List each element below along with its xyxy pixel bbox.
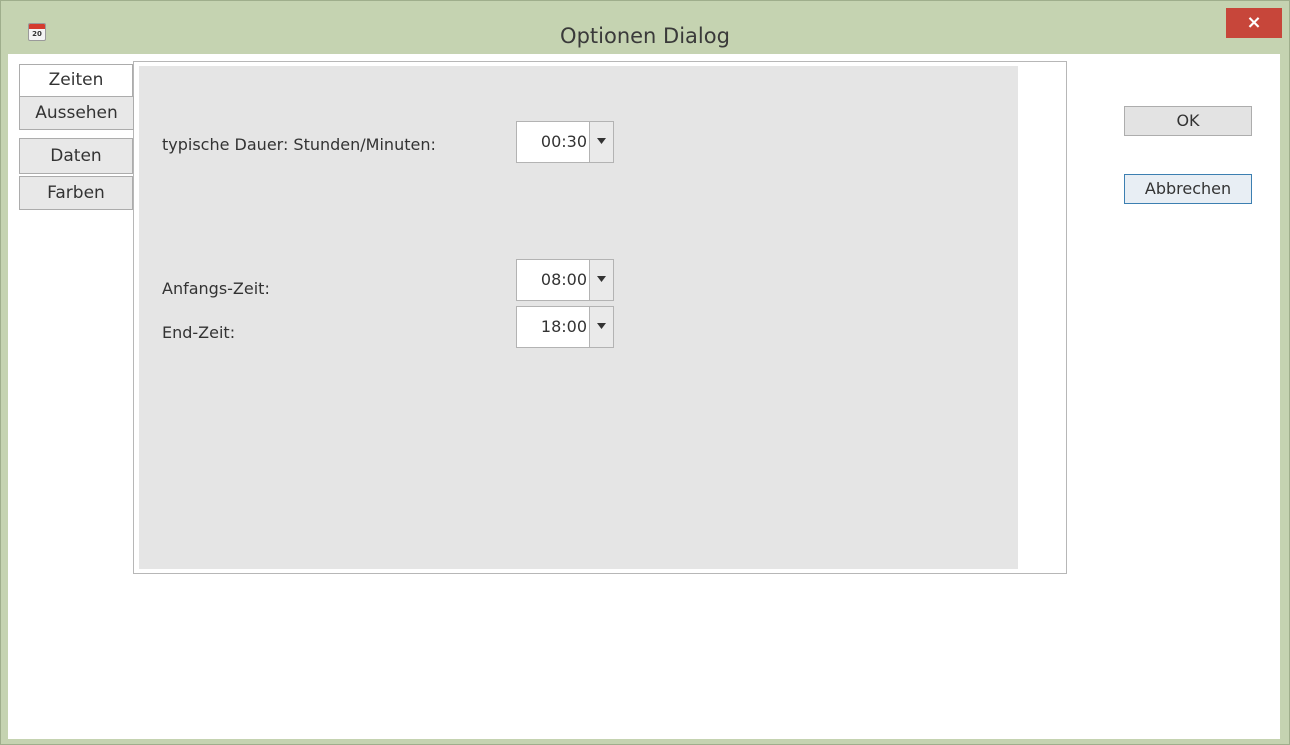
close-button[interactable]: ×: [1226, 8, 1282, 38]
end-time-value: 18:00: [540, 317, 587, 336]
tab-daten[interactable]: Daten: [19, 138, 133, 174]
dialog-window: 20 Optionen Dialog × Zeiten Aussehen Dat…: [0, 0, 1290, 745]
ok-button[interactable]: OK: [1124, 106, 1252, 136]
dialog-client-area: Zeiten Aussehen Daten Farben typische Da…: [8, 54, 1280, 739]
duration-value: 00:30: [540, 132, 587, 151]
start-time-value: 08:00: [540, 270, 587, 289]
start-time-dropdown-button[interactable]: [589, 260, 613, 300]
end-time-combobox[interactable]: 18:00: [516, 306, 614, 348]
tab-daten-label: Daten: [50, 146, 102, 166]
duration-dropdown-button[interactable]: [589, 122, 613, 162]
tab-zeiten-label: Zeiten: [48, 70, 104, 90]
tab-aussehen-label: Aussehen: [35, 103, 118, 123]
duration-label: typische Dauer: Stunden/Minuten:: [162, 135, 436, 154]
cancel-button[interactable]: Abbrechen: [1124, 174, 1252, 204]
close-icon: ×: [1246, 12, 1262, 33]
title-bar[interactable]: 20 Optionen Dialog ×: [1, 1, 1289, 48]
chevron-down-icon: [597, 276, 606, 282]
tab-zeiten[interactable]: Zeiten: [19, 64, 133, 96]
duration-combobox[interactable]: 00:30: [516, 121, 614, 163]
end-time-dropdown-button[interactable]: [589, 307, 613, 347]
tab-farben[interactable]: Farben: [19, 176, 133, 210]
chevron-down-icon: [597, 138, 606, 144]
tab-aussehen[interactable]: Aussehen: [19, 96, 134, 130]
chevron-down-icon: [597, 323, 606, 329]
start-time-combobox[interactable]: 08:00: [516, 259, 614, 301]
end-time-label: End-Zeit:: [162, 323, 236, 342]
start-time-label: Anfangs-Zeit:: [162, 279, 270, 298]
tab-farben-label: Farben: [47, 183, 105, 203]
tab-content-zeiten: typische Dauer: Stunden/Minuten: 00:30 A…: [139, 66, 1018, 569]
window-title: Optionen Dialog: [560, 24, 730, 48]
